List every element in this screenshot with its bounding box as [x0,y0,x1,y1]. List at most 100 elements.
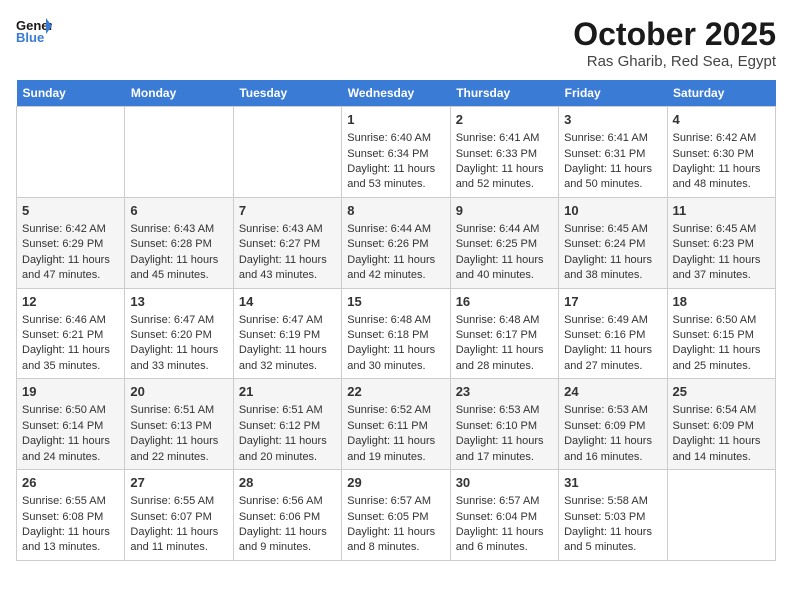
day-info-line: Sunset: 6:13 PM [130,419,227,434]
day-info-line: Sunset: 6:09 PM [673,419,770,434]
day-info-line: Sunset: 6:12 PM [239,419,336,434]
day-info-line: Sunset: 6:18 PM [347,328,444,343]
day-info-line: Sunset: 6:14 PM [22,419,119,434]
day-info-line: and 11 minutes. [130,540,227,555]
day-info-line: Daylight: 11 hours [564,253,661,268]
day-info-line: Sunrise: 6:50 AM [22,403,119,418]
calendar-cell: 21Sunrise: 6:51 AMSunset: 6:12 PMDayligh… [233,379,341,470]
day-info-line: Sunrise: 6:43 AM [239,222,336,237]
calendar-cell: 29Sunrise: 6:57 AMSunset: 6:05 PMDayligh… [342,470,450,561]
day-info-line: Sunrise: 6:46 AM [22,313,119,328]
calendar-cell: 2 Sunrise: 6:41 AMSunset: 6:33 PMDaylight… [450,107,558,198]
day-info-line: Sunset: 6:19 PM [239,328,336,343]
calendar-cell: 31Sunrise: 5:58 AMSunset: 5:03 PMDayligh… [559,470,667,561]
day-info-line: and 32 minutes. [239,359,336,374]
calendar-cell [17,107,125,198]
day-number: 23 [456,383,553,401]
calendar-cell: 14Sunrise: 6:47 AMSunset: 6:19 PMDayligh… [233,288,341,379]
day-info-line: Daylight: 11 hours [456,343,553,358]
day-info-line: Daylight: 11 hours [456,162,553,177]
day-number: 1 [347,111,444,129]
day-number: 31 [564,474,661,492]
day-info-line: Daylight: 11 hours [456,525,553,540]
weekday-header-tuesday: Tuesday [233,80,341,107]
day-info-line: Sunset: 6:30 PM [673,147,770,162]
day-info-line: Sunset: 6:28 PM [130,237,227,252]
month-title: October 2025 [573,16,776,53]
weekday-header-wednesday: Wednesday [342,80,450,107]
weekday-header-thursday: Thursday [450,80,558,107]
day-info-line: Daylight: 11 hours [347,343,444,358]
day-number: 28 [239,474,336,492]
day-info-line: and 43 minutes. [239,268,336,283]
calendar-cell: 13Sunrise: 6:47 AMSunset: 6:20 PMDayligh… [125,288,233,379]
day-info-line: Sunrise: 5:58 AM [564,494,661,509]
day-info-line: Sunrise: 6:41 AM [456,131,553,146]
day-info-line: Sunrise: 6:51 AM [130,403,227,418]
day-info-line: Daylight: 11 hours [239,343,336,358]
day-info-line: and 38 minutes. [564,268,661,283]
calendar-cell: 1Sunrise: 6:40 AMSunset: 6:34 PMDaylight… [342,107,450,198]
day-number: 20 [130,383,227,401]
day-info-line: Sunset: 5:03 PM [564,510,661,525]
day-info-line: and 33 minutes. [130,359,227,374]
day-number: 18 [673,293,770,311]
calendar-cell: 3Sunrise: 6:41 AMSunset: 6:31 PMDaylight… [559,107,667,198]
day-number: 4 [673,111,770,129]
day-info-line: Daylight: 11 hours [673,162,770,177]
day-info-line: Sunrise: 6:42 AM [22,222,119,237]
day-info-line: Sunset: 6:10 PM [456,419,553,434]
day-info-line: Daylight: 11 hours [564,343,661,358]
day-info-line: Sunset: 6:31 PM [564,147,661,162]
day-number: 13 [130,293,227,311]
day-info-line: and 14 minutes. [673,450,770,465]
day-info-line: Daylight: 11 hours [564,162,661,177]
calendar-cell: 17Sunrise: 6:49 AMSunset: 6:16 PMDayligh… [559,288,667,379]
day-info-line: Sunrise: 6:49 AM [564,313,661,328]
day-info-line: Daylight: 11 hours [130,434,227,449]
day-info-line: and 25 minutes. [673,359,770,374]
day-info-line: Sunset: 6:23 PM [673,237,770,252]
calendar-cell: 23Sunrise: 6:53 AMSunset: 6:10 PMDayligh… [450,379,558,470]
day-number: 2 [456,111,553,129]
day-info-line: Daylight: 11 hours [22,343,119,358]
day-number: 22 [347,383,444,401]
day-info-line: Sunset: 6:34 PM [347,147,444,162]
day-info-line: Sunset: 6:33 PM [456,147,553,162]
day-info-line: Sunset: 6:05 PM [347,510,444,525]
day-info-line: Sunset: 6:17 PM [456,328,553,343]
day-info-line: and 27 minutes. [564,359,661,374]
day-info-line: and 50 minutes. [564,177,661,192]
calendar-cell: 4Sunrise: 6:42 AMSunset: 6:30 PMDaylight… [667,107,775,198]
calendar-week-1: 1Sunrise: 6:40 AMSunset: 6:34 PMDaylight… [17,107,776,198]
day-number: 17 [564,293,661,311]
calendar-cell: 30Sunrise: 6:57 AMSunset: 6:04 PMDayligh… [450,470,558,561]
day-number: 14 [239,293,336,311]
day-info-line: and 53 minutes. [347,177,444,192]
day-info-line: Sunrise: 6:48 AM [456,313,553,328]
day-info-line: and 40 minutes. [456,268,553,283]
day-info-line: Sunset: 6:08 PM [22,510,119,525]
day-number: 25 [673,383,770,401]
day-info-line: and 37 minutes. [673,268,770,283]
logo: General Blue [16,16,52,44]
day-number: 12 [22,293,119,311]
day-info-line: Daylight: 11 hours [673,434,770,449]
calendar-body: 1Sunrise: 6:40 AMSunset: 6:34 PMDaylight… [17,107,776,561]
day-info-line: and 30 minutes. [347,359,444,374]
day-info-line: Sunset: 6:24 PM [564,237,661,252]
calendar-cell [233,107,341,198]
day-number: 10 [564,202,661,220]
calendar-cell: 28Sunrise: 6:56 AMSunset: 6:06 PMDayligh… [233,470,341,561]
day-number: 6 [130,202,227,220]
day-info-line: and 17 minutes. [456,450,553,465]
calendar-cell: 16Sunrise: 6:48 AMSunset: 6:17 PMDayligh… [450,288,558,379]
day-info-line: Daylight: 11 hours [673,253,770,268]
day-info-line: Daylight: 11 hours [456,434,553,449]
weekday-header-friday: Friday [559,80,667,107]
day-number: 24 [564,383,661,401]
day-info-line: Sunrise: 6:52 AM [347,403,444,418]
day-info-line: Sunrise: 6:50 AM [673,313,770,328]
day-info-line: Daylight: 11 hours [22,525,119,540]
day-info-line: and 5 minutes. [564,540,661,555]
